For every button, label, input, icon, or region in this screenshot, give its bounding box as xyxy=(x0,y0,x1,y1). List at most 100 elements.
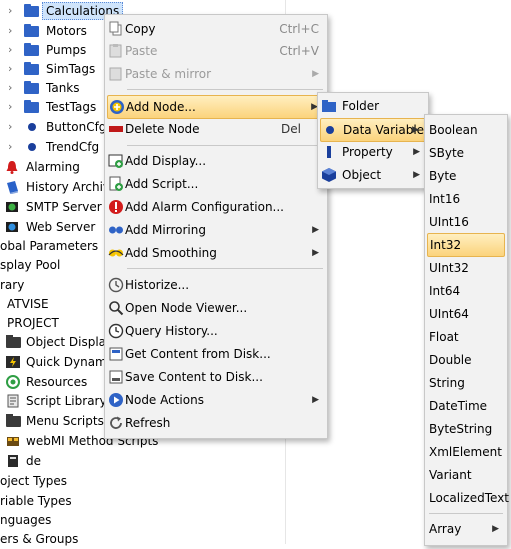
menu-item-double[interactable]: Double xyxy=(427,349,505,371)
menu-item-get-content-from-disk[interactable]: Get Content from Disk... xyxy=(107,343,325,365)
menu-item-refresh[interactable]: Refresh xyxy=(107,412,325,434)
menu-item-add-smoothing[interactable]: Add Smoothing ▶ xyxy=(107,242,325,264)
menu-item-label: Copy xyxy=(125,22,156,36)
tree-item-object-displays[interactable]: Object Displays xyxy=(0,332,119,352)
menu-item-string[interactable]: String xyxy=(427,372,505,394)
menu-item-label: Refresh xyxy=(125,416,171,430)
tree-item-object-types[interactable]: oject Types xyxy=(0,471,100,491)
tree-item-script-library[interactable]: Script Library xyxy=(0,391,110,411)
chevron-right-icon[interactable]: › xyxy=(8,78,16,98)
chevron-right-icon[interactable]: › xyxy=(8,21,16,41)
menu-item-uint16[interactable]: UInt16 xyxy=(427,211,505,233)
menu-item-delete-node[interactable]: Delete Node Del xyxy=(107,118,325,140)
tree-item-alarming[interactable]: Alarming xyxy=(0,157,120,177)
menu-item-xmlelement[interactable]: XmlElement xyxy=(427,441,505,463)
menu-item-label: Add Alarm Configuration... xyxy=(125,200,284,214)
tree-item-label: ButtonCfg xyxy=(46,120,107,134)
data-type-submenu: Boolean SByte Byte Int16 UInt16 Int32 UI… xyxy=(424,114,509,546)
folder-icon xyxy=(24,100,39,113)
tree-item-languages[interactable]: nguages xyxy=(0,510,100,530)
tree-item-users-groups[interactable]: ers & Groups xyxy=(0,529,100,549)
menu-item-save-content-to-disk[interactable]: Save Content to Disk... xyxy=(107,366,325,388)
node-actions-icon xyxy=(108,392,124,408)
tree-item-display-pool[interactable]: splay Pool xyxy=(0,255,100,275)
menu-item-int16[interactable]: Int16 xyxy=(427,188,505,210)
menu-item-add-node[interactable]: Add Node... ▶ xyxy=(107,95,325,119)
menu-item-add-alarm-configuration[interactable]: Add Alarm Configuration... xyxy=(107,196,325,218)
menu-item-label: Int64 xyxy=(429,284,461,298)
menu-item-data-variable[interactable]: Data Variable ▶ xyxy=(320,118,426,142)
add-node-icon xyxy=(109,99,125,115)
menu-item-label: String xyxy=(429,376,465,390)
chevron-right-icon[interactable]: › xyxy=(8,1,16,21)
menu-item-folder[interactable]: Folder xyxy=(320,95,426,117)
menu-item-boolean[interactable]: Boolean xyxy=(427,119,505,141)
menu-item-byte[interactable]: Byte xyxy=(427,165,505,187)
menu-item-node-actions[interactable]: Node Actions ▶ xyxy=(107,389,325,411)
menu-item-copy[interactable]: Copy Ctrl+C xyxy=(107,18,325,40)
tree-item-resources[interactable]: Resources xyxy=(0,372,110,392)
menu-item-int64[interactable]: Int64 xyxy=(427,280,505,302)
variable-dot-icon xyxy=(28,143,36,151)
tree-item-label: Tanks xyxy=(46,81,80,95)
folder-icon xyxy=(6,335,21,348)
menu-item-localizedtext[interactable]: LocalizedText xyxy=(427,487,509,509)
menu-item-sbyte[interactable]: SByte xyxy=(427,142,505,164)
menu-item-datetime[interactable]: DateTime xyxy=(427,395,505,417)
menu-item-query-history[interactable]: Query History... xyxy=(107,320,325,342)
menu-item-paste-mirror[interactable]: Paste & mirror ▶ xyxy=(107,63,325,85)
menu-item-add-script[interactable]: Add Script... xyxy=(107,173,325,195)
menu-item-add-display[interactable]: Add Display... xyxy=(107,150,325,172)
submenu-arrow-icon: ▶ xyxy=(413,170,420,180)
tree-item-label: riable Types xyxy=(0,494,72,508)
tree-item-label: oject Types xyxy=(0,474,67,488)
get-content-icon xyxy=(108,346,124,362)
menu-item-label: Add Script... xyxy=(125,177,199,191)
tree-item-de[interactable]: de xyxy=(0,451,60,471)
tree-item-label: de xyxy=(26,454,41,468)
context-menu: Copy Ctrl+C Paste Ctrl+V Paste & mirror … xyxy=(104,14,328,439)
menu-item-bytestring[interactable]: ByteString xyxy=(427,418,505,440)
chevron-right-icon[interactable]: › xyxy=(8,40,16,60)
tree-item-smtp-server[interactable]: SMTP Server xyxy=(0,197,120,217)
tree-item-variable-types[interactable]: riable Types xyxy=(0,491,100,511)
alarm-bell-icon xyxy=(5,160,19,174)
tree-item-history-archive[interactable]: History Archive xyxy=(0,177,120,197)
tree-item-menu-scripts[interactable]: Menu Scripts xyxy=(0,411,110,431)
mirroring-icon xyxy=(108,222,124,238)
smoothing-icon xyxy=(108,245,124,261)
menu-item-int32[interactable]: Int32 xyxy=(427,233,505,257)
chevron-right-icon[interactable]: › xyxy=(8,137,16,157)
tree-item-web-server[interactable]: Web Server xyxy=(0,217,120,237)
chevron-right-icon[interactable]: › xyxy=(8,117,16,137)
menu-item-historize[interactable]: Historize... xyxy=(107,274,325,296)
menu-item-add-mirroring[interactable]: Add Mirroring ▶ xyxy=(107,219,325,241)
menu-item-array[interactable]: Array ▶ xyxy=(427,518,505,540)
menu-item-uint64[interactable]: UInt64 xyxy=(427,303,505,325)
tree-item-project[interactable]: PROJECT xyxy=(0,313,100,333)
menu-item-label: SByte xyxy=(429,146,465,160)
tree-item-label: SimTags xyxy=(46,62,96,76)
variable-dot-icon xyxy=(28,123,36,131)
tree-item-library[interactable]: rary xyxy=(0,275,100,295)
tree-item-global-parameters[interactable]: obal Parameters xyxy=(0,236,100,256)
menu-item-paste[interactable]: Paste Ctrl+V xyxy=(107,40,325,62)
magnifier-icon xyxy=(108,300,124,316)
shortcut-label: Ctrl+C xyxy=(279,22,319,36)
alarm-config-icon xyxy=(108,199,124,215)
tree-item-atvise[interactable]: ATVISE xyxy=(0,294,100,314)
tree-item-quick-dynamics[interactable]: Quick Dynamics xyxy=(0,352,123,372)
menu-item-float[interactable]: Float xyxy=(427,326,505,348)
chevron-right-icon[interactable]: › xyxy=(8,59,16,79)
menu-item-open-node-viewer[interactable]: Open Node Viewer... xyxy=(107,297,325,319)
menu-item-variant[interactable]: Variant xyxy=(427,464,505,486)
submenu-arrow-icon: ▶ xyxy=(312,248,319,258)
menu-item-uint32[interactable]: UInt32 xyxy=(427,257,505,279)
menu-item-property[interactable]: Property ▶ xyxy=(320,141,426,163)
lightning-icon xyxy=(6,355,20,369)
chevron-right-icon[interactable]: › xyxy=(8,97,16,117)
add-node-submenu: Folder Data Variable ▶ Property ▶ Object… xyxy=(317,92,429,189)
menu-item-object[interactable]: Object ▶ xyxy=(320,164,426,186)
menu-item-label: Int32 xyxy=(430,238,462,252)
tree-item-label: TestTags xyxy=(46,100,97,114)
